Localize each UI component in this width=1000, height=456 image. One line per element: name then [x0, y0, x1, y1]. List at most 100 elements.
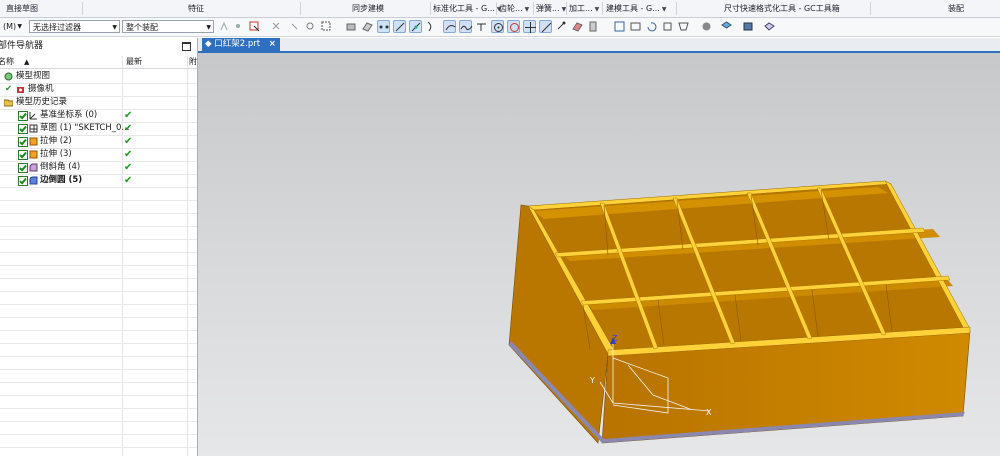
tree-node-edge-blend[interactable]: 边倒圆 (5) ✔	[0, 174, 197, 188]
visibility-checkbox[interactable]	[18, 176, 28, 186]
column-latest[interactable]: 最新	[126, 56, 142, 68]
tree-node-label: 倒斜角 (4)	[40, 162, 81, 172]
chevron-down-icon: ▼	[661, 6, 667, 13]
tree-node-label: 拉伸 (2)	[40, 136, 72, 146]
tree-node-extrude-2[interactable]: 拉伸 (2) ✔	[0, 135, 197, 149]
ribbon-group-dimension-format[interactable]: 尺寸快速格式化工具 - GC工具箱	[724, 0, 840, 17]
axis-z-label: Z	[612, 334, 618, 343]
ribbon-separator	[430, 2, 431, 15]
snap-bounded-icon[interactable]	[587, 20, 600, 33]
part-navigator: 部件导航器 名称 ▲ 最新 附 模型视图 ✔ 摄像机 模型历史记录 基准坐标系 …	[0, 38, 198, 456]
tree-node-sketch[interactable]: 草图 (1) "SKETCH_0... ✔	[0, 122, 197, 136]
snap-curve-icon[interactable]	[425, 20, 438, 33]
close-icon[interactable]: ×	[269, 39, 276, 49]
up-to-date-icon: ✔	[124, 149, 133, 160]
visibility-checkbox[interactable]	[18, 124, 28, 134]
ribbon-group-sync-modeling[interactable]: 同步建模	[352, 0, 384, 17]
visibility-checkbox[interactable]	[18, 111, 28, 121]
ribbon-group-label: 装配	[948, 4, 964, 13]
snap-arc-icon[interactable]	[443, 20, 456, 33]
ribbon-group-label: 建模工具 - G...	[606, 4, 660, 13]
tree-node-model-history[interactable]: 模型历史记录	[0, 96, 197, 110]
tree-empty-row	[0, 278, 197, 292]
render-style-icon[interactable]	[700, 20, 713, 33]
select-assembly-icon[interactable]	[218, 20, 231, 33]
pan-view-icon[interactable]	[661, 20, 674, 33]
ribbon-group-spring[interactable]: 弹簧... ▼	[536, 0, 566, 17]
visibility-checkbox[interactable]	[18, 150, 28, 160]
solid-body-icon[interactable]	[345, 20, 358, 33]
tree-empty-row	[0, 356, 197, 370]
maximize-icon[interactable]	[182, 42, 191, 51]
tree-node-datum-csys[interactable]: 基准坐标系 (0) ✔	[0, 109, 197, 123]
ribbon-separator	[566, 2, 567, 15]
view-zoom-icon[interactable]	[629, 20, 642, 33]
tab-document[interactable]: ◆ 口红架2.prt ×	[202, 38, 280, 51]
move-icon[interactable]	[270, 20, 283, 33]
snap-existing-point-icon[interactable]	[555, 20, 568, 33]
rotate-view-icon[interactable]	[645, 20, 658, 33]
snap-perpendicular-icon[interactable]	[539, 20, 552, 33]
snap-midpoint-icon[interactable]	[409, 20, 422, 33]
box-select-icon[interactable]	[320, 20, 333, 33]
ribbon-separator	[82, 2, 83, 15]
ribbon-separator	[870, 2, 871, 15]
snap-spline-icon[interactable]	[459, 20, 473, 33]
snap-tangent-icon[interactable]	[475, 20, 488, 33]
chevron-down-icon: ▼	[594, 6, 600, 13]
type-filter-select[interactable]: 无选择过滤器 ▼	[29, 20, 120, 33]
selection-rectangle-icon[interactable]	[248, 20, 261, 33]
tree-empty-row	[0, 291, 197, 305]
view-fit-icon[interactable]	[613, 20, 626, 33]
ribbon-group-direct-sketch[interactable]: 直接草图	[6, 0, 38, 17]
tree-node-camera[interactable]: ✔ 摄像机	[0, 83, 197, 97]
selection-scope-select[interactable]: 整个装配 ▼	[122, 20, 214, 33]
snap-quadrant-icon[interactable]	[507, 20, 520, 33]
tree-node-label: 边倒圆 (5)	[40, 175, 83, 185]
ribbon-group-standard-tools[interactable]: 标准化工具 - G... ▼	[433, 0, 501, 17]
snap-endpoint-icon[interactable]	[377, 20, 390, 33]
visibility-checkbox[interactable]	[18, 137, 28, 147]
up-to-date-icon: ✔	[124, 136, 133, 147]
snap-point-icon[interactable]	[232, 20, 245, 33]
graphics-viewport[interactable]: Z Y X	[198, 53, 1000, 456]
ribbon-group-gear[interactable]: 齿轮... ▼	[499, 0, 529, 17]
extrude-icon	[29, 150, 38, 159]
perspective-icon[interactable]	[677, 20, 690, 33]
navigator-column-header: 名称 ▲ 最新 附	[0, 56, 197, 69]
tree-node-model-views[interactable]: 模型视图	[0, 70, 197, 84]
tree-empty-row	[0, 408, 197, 422]
ribbon-group-assembly[interactable]: 装配	[948, 0, 964, 17]
selection-toolbar: (M) ▼ 无选择过滤器 ▼ 整个装配 ▼	[0, 18, 1000, 37]
column-extra[interactable]: 附	[189, 56, 197, 68]
ribbon-separator	[676, 2, 677, 15]
snap-intersection-icon[interactable]	[523, 20, 536, 33]
ribbon-group-feature[interactable]: 特征	[188, 0, 204, 17]
ribbon-group-label: 同步建模	[352, 4, 384, 13]
tree-node-label: 基准坐标系 (0)	[40, 110, 98, 120]
snap-center-icon[interactable]	[491, 20, 504, 33]
ribbon-group-modeling-tools[interactable]: 建模工具 - G... ▼	[606, 0, 666, 17]
column-name[interactable]: 名称	[0, 56, 14, 68]
tree-empty-row	[0, 213, 197, 227]
sort-up-icon[interactable]: ▲	[24, 56, 29, 68]
chevron-down-icon: ▼	[524, 6, 530, 13]
tree-node-chamfer[interactable]: 倒斜角 (4) ✔	[0, 161, 197, 175]
snap-face-icon[interactable]	[571, 20, 584, 33]
model-views-icon	[4, 72, 13, 81]
tree-empty-row	[0, 304, 197, 318]
snap-line-icon[interactable]	[393, 20, 406, 33]
tree-node-extrude-3[interactable]: 拉伸 (3) ✔	[0, 148, 197, 162]
ribbon-group-machining[interactable]: 加工... ▼	[569, 0, 599, 17]
menu-button[interactable]: (M) ▼	[0, 20, 24, 33]
part-file-icon: ◆	[205, 39, 212, 49]
visibility-checkbox[interactable]	[18, 163, 28, 173]
work-view-icon[interactable]	[763, 20, 776, 33]
face-icon[interactable]	[361, 20, 374, 33]
ribbon-group-label: 加工...	[569, 4, 593, 13]
tree-node-label: 拉伸 (3)	[40, 149, 72, 159]
pan-icon[interactable]	[288, 20, 301, 33]
lasso-icon[interactable]	[304, 20, 317, 33]
layer-settings-icon[interactable]	[720, 20, 733, 33]
edit-section-icon[interactable]	[742, 20, 755, 33]
